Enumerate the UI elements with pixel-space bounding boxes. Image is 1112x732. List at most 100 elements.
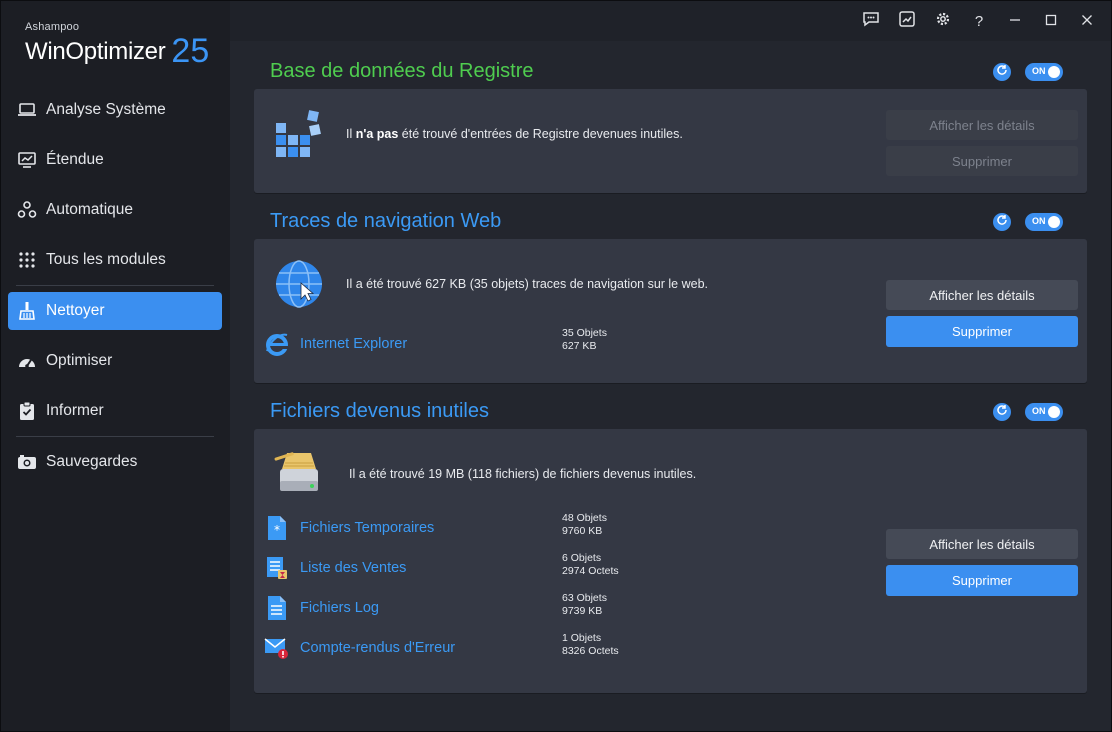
sidebar-item-label: Nettoyer xyxy=(46,302,105,319)
svg-text:*: * xyxy=(274,523,280,537)
list-item-liste-des-ventes[interactable]: Liste des Ventes xyxy=(264,555,406,581)
refresh-icon xyxy=(996,213,1008,231)
brand-version: 25 xyxy=(171,32,210,70)
item-label: Fichiers Log xyxy=(300,600,379,616)
brand-product: WinOptimizer xyxy=(25,38,166,65)
web-message: Il a été trouvé 627 KB (35 objets) trace… xyxy=(346,277,709,291)
item-size: 2974 Octets xyxy=(562,565,619,577)
sidebar-divider xyxy=(16,285,214,286)
broom-icon xyxy=(16,300,38,322)
refresh-button[interactable] xyxy=(993,63,1011,81)
sidebar-nav: Analyse Système Étendue Automatique Tous… xyxy=(8,91,222,493)
files-details-button[interactable]: Afficher les détails xyxy=(886,529,1078,559)
refresh-icon xyxy=(996,63,1008,81)
app-window: Ashampoo WinOptimizer 25 Analyse Système… xyxy=(0,0,1112,732)
close-button[interactable] xyxy=(1069,9,1105,33)
help-button[interactable]: ? xyxy=(961,9,997,33)
files-message: Il a été trouvé 19 MB (118 fichiers) de … xyxy=(349,467,697,481)
item-size: 9739 KB xyxy=(562,605,603,617)
grid-dots-icon xyxy=(16,249,38,271)
item-size: 9760 KB xyxy=(562,525,603,537)
registry-details-button[interactable]: Afficher les détails xyxy=(886,110,1078,140)
item-stats: 35 Objets 627 KB xyxy=(562,327,607,353)
files-toggle[interactable]: ON xyxy=(1025,403,1063,421)
junk-files-card: Il a été trouvé 19 MB (118 fichiers) de … xyxy=(254,429,1087,693)
web-toggle[interactable]: ON xyxy=(1025,213,1063,231)
sidebar-item-tous-les-modules[interactable]: Tous les modules xyxy=(8,241,222,279)
toggle-label: ON xyxy=(1032,406,1046,416)
sidebar-item-sauvegardes[interactable]: Sauvegardes xyxy=(8,443,222,481)
toggle-label: ON xyxy=(1032,216,1046,226)
minimize-button[interactable] xyxy=(997,9,1033,33)
sidebar-item-informer[interactable]: Informer xyxy=(8,392,222,430)
chart-button[interactable] xyxy=(889,9,925,33)
list-item-fichiers-temporaires[interactable]: * Fichiers Temporaires xyxy=(264,515,434,541)
globe-icon xyxy=(274,259,324,314)
item-objects: 48 Objets xyxy=(562,512,607,524)
list-item-compte-rendus-erreur[interactable]: Compte-rendus d'Erreur xyxy=(264,635,455,661)
sidebar-item-automatique[interactable]: Automatique xyxy=(8,191,222,229)
item-label: Compte-rendus d'Erreur xyxy=(300,640,456,656)
item-stats: 63 Objets 9739 KB xyxy=(562,592,607,618)
sidebar-item-label: Informer xyxy=(46,402,104,419)
sales-list-icon xyxy=(264,555,290,581)
automation-icon xyxy=(16,199,38,221)
registry-delete-button[interactable]: Supprimer xyxy=(886,146,1078,176)
sidebar-item-optimiser[interactable]: Optimiser xyxy=(8,342,222,380)
files-delete-button[interactable]: Supprimer xyxy=(886,565,1078,596)
section-title: Fichiers devenus inutiles xyxy=(270,400,489,422)
message-bold: n'a pas xyxy=(355,127,399,141)
sidebar-item-label: Étendue xyxy=(46,151,104,168)
settings-button[interactable] xyxy=(925,9,961,33)
laptop-icon xyxy=(16,99,38,121)
section-title: Traces de navigation Web xyxy=(270,210,502,232)
toggle-knob xyxy=(1048,216,1060,228)
main-content: Base de données du Registre ON Il n'a pa… xyxy=(230,41,1111,731)
monitor-chart-icon xyxy=(16,149,38,171)
refresh-button[interactable] xyxy=(993,403,1011,421)
registry-message: Il n'a pas été trouvé d'entrées de Regis… xyxy=(346,127,683,141)
sidebar-item-label: Automatique xyxy=(46,201,134,218)
feedback-button[interactable] xyxy=(853,9,889,33)
internet-explorer-icon xyxy=(264,331,290,357)
list-item-fichiers-log[interactable]: Fichiers Log xyxy=(264,595,379,621)
item-objects: 6 Objets xyxy=(562,552,602,564)
list-item-internet-explorer[interactable]: Internet Explorer xyxy=(264,331,407,357)
item-size: 8326 Octets xyxy=(562,645,619,657)
sidebar-item-nettoyer[interactable]: Nettoyer xyxy=(8,292,222,330)
sidebar-item-label: Optimiser xyxy=(46,352,113,369)
item-objects: 63 Objets xyxy=(562,592,607,604)
toggle-knob xyxy=(1048,406,1060,418)
item-label: Internet Explorer xyxy=(300,336,408,352)
item-size: 627 KB xyxy=(562,340,597,352)
sidebar-item-etendue[interactable]: Étendue xyxy=(8,141,222,179)
registry-card: Il n'a pas été trouvé d'entrées de Regis… xyxy=(254,89,1087,193)
speedometer-icon xyxy=(16,350,38,372)
sidebar-divider xyxy=(16,436,214,437)
maximize-button[interactable] xyxy=(1033,9,1069,33)
title-bar: ? xyxy=(230,1,1111,41)
registry-toggle[interactable]: ON xyxy=(1025,63,1063,81)
sidebar-item-label: Analyse Système xyxy=(46,101,166,118)
sidebar-item-analyse-systeme[interactable]: Analyse Système xyxy=(8,91,222,129)
toggle-knob xyxy=(1048,66,1060,78)
gear-icon xyxy=(935,11,951,31)
item-objects: 1 Objets xyxy=(562,632,602,644)
maximize-icon xyxy=(1045,13,1057,30)
refresh-button[interactable] xyxy=(993,213,1011,231)
web-details-button[interactable]: Afficher les détails xyxy=(886,280,1078,310)
item-stats: 1 Objets 8326 Octets xyxy=(562,632,619,658)
log-file-icon xyxy=(264,595,290,621)
app-logo: Ashampoo WinOptimizer 25 xyxy=(25,21,210,70)
section-title: Base de données du Registre xyxy=(270,60,534,82)
web-delete-button[interactable]: Supprimer xyxy=(886,316,1078,347)
web-traces-card: Il a été trouvé 627 KB (35 objets) trace… xyxy=(254,239,1087,383)
item-label: Liste des Ventes xyxy=(300,560,407,576)
sidebar-item-label: Tous les modules xyxy=(46,251,166,268)
feedback-icon xyxy=(862,11,880,31)
camera-icon xyxy=(16,451,38,473)
toggle-label: ON xyxy=(1032,66,1046,76)
close-icon xyxy=(1081,13,1093,30)
minimize-icon xyxy=(1009,13,1021,30)
registry-cubes-icon xyxy=(274,109,324,166)
